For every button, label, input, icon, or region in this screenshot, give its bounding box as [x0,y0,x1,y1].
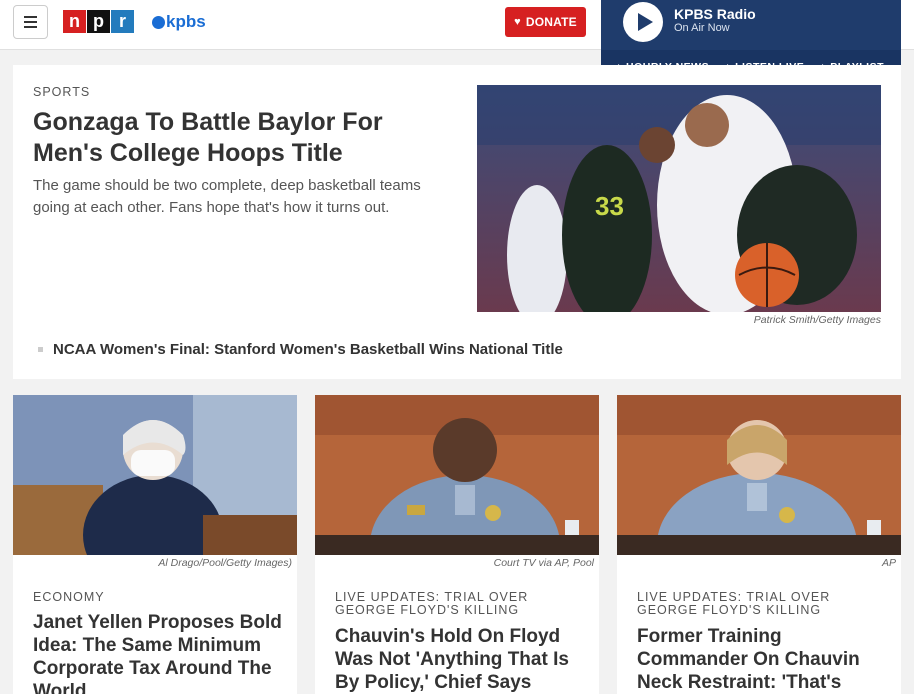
story-slug[interactable]: LIVE UPDATES: TRIAL OVER GEORGE FLOYD'S … [637,591,877,617]
related-story[interactable]: NCAA Women's Final: Stanford Women's Bas… [38,341,563,358]
station-logo[interactable]: kpbs [152,12,206,32]
story-headline[interactable]: Chauvin's Hold On Floyd Was Not 'Anythin… [335,625,585,694]
npr-logo-r: r [111,10,134,33]
hamburger-icon [24,16,37,18]
photo-credit: AP [881,557,896,569]
photo-credit: Court TV via AP, Pool [493,557,594,569]
bullet-icon [38,347,43,352]
player-status: On Air Now [674,22,730,34]
featured-headline[interactable]: Gonzaga To Battle Baylor For Men's Colle… [33,107,453,169]
play-button[interactable] [623,2,663,42]
story-photo[interactable] [617,395,901,555]
npr-logo[interactable]: n p r [63,10,134,33]
photo-credit: Patrick Smith/Getty Images [753,314,881,326]
station-logo-text: kpbs [166,12,206,31]
story-slug[interactable]: SPORTS [33,85,90,99]
heart-icon: ♥ [514,16,521,28]
featured-photo[interactable]: 33 [477,85,881,312]
story-headline[interactable]: Janet Yellen Proposes Bold Idea: The Sam… [33,611,283,694]
donate-label: DONATE [525,15,577,29]
npr-logo-n: n [63,10,86,33]
story-slug[interactable]: ECONOMY [33,591,273,604]
play-icon [637,13,653,31]
svg-text:33: 33 [595,191,624,221]
npr-logo-p: p [87,10,110,33]
menu-button[interactable] [13,5,48,39]
story-photo[interactable] [13,395,297,555]
story-card: Court TV via AP, Pool LIVE UPDATES: TRIA… [315,395,599,694]
player-station-title[interactable]: KPBS Radio [674,6,756,22]
featured-teaser[interactable]: The game should be two complete, deep ba… [33,175,443,219]
story-card: Al Drago/Pool/Getty Images) ECONOMY Jane… [13,395,297,694]
photo-credit: Al Drago/Pool/Getty Images) [158,557,292,569]
donate-button[interactable]: ♥ DONATE [505,7,586,37]
related-headline[interactable]: NCAA Women's Final: Stanford Women's Bas… [53,341,563,358]
featured-story: SPORTS Gonzaga To Battle Baylor For Men'… [13,65,901,379]
station-logo-dot-icon [152,15,165,29]
story-photo[interactable] [315,395,599,555]
story-slug[interactable]: LIVE UPDATES: TRIAL OVER GEORGE FLOYD'S … [335,591,575,617]
story-headline[interactable]: Former Training Commander On Chauvin Nec… [637,625,887,694]
story-card: AP LIVE UPDATES: TRIAL OVER GEORGE FLOYD… [617,395,901,694]
